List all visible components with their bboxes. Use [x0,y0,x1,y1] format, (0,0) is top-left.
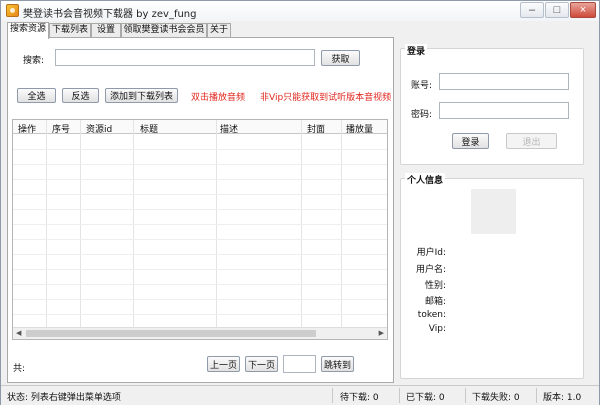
column-divider [341,120,342,339]
status-text: 状态: 列表右键弹出菜单选项 [7,393,121,403]
row-gridline [13,179,387,180]
select-all-button[interactable]: 全选 [17,88,56,103]
tab-download-list[interactable]: 下载列表 [49,23,91,38]
row-gridline [13,254,387,255]
pending-count: 待下载: 0 [340,393,379,403]
search-input[interactable] [55,49,315,66]
column-header-play-count[interactable]: 播放量 [346,122,373,135]
tab-search-resources[interactable]: 搜索资源 [7,22,49,39]
login-group-title: 登录 [405,44,428,57]
app-window: 樊登读书会音视频下载器 by zev_fung – □ × 搜索资源 下载列表 … [0,0,600,405]
username-label: 用户名: [415,265,446,275]
fetch-button[interactable]: 获取 [321,50,360,66]
window-title: 樊登读书会音视频下载器 by zev_fung [23,9,197,20]
row-gridline [13,224,387,225]
column-header-title[interactable]: 标题 [140,122,158,135]
title-bar[interactable]: 樊登读书会音视频下载器 by zev_fung – □ × [1,1,599,21]
minimize-button[interactable]: – [520,2,544,18]
scrollbar-thumb[interactable] [26,330,316,337]
vip-hint: 非Vip只能获取到试听版本音视频 [260,93,392,103]
row-gridline [13,149,387,150]
email-label: 邮箱: [424,297,446,307]
total-count-label: 共: [13,364,26,374]
avatar [471,189,516,234]
login-button[interactable]: 登录 [452,133,489,149]
double-click-hint: 双击播放音频 [191,93,246,103]
add-to-download-button[interactable]: 添加到下载列表 [105,88,178,103]
search-label: 搜索: [23,56,45,66]
row-gridline [13,239,387,240]
user-id-label: 用户Id: [416,248,446,258]
logout-button[interactable]: 退出 [506,133,557,149]
column-divider [301,120,302,339]
tab-settings[interactable]: 设置 [91,23,121,38]
row-gridline [13,269,387,270]
gender-label: 性别: [424,281,446,291]
account-input[interactable] [439,73,569,90]
invert-select-button[interactable]: 反选 [62,88,99,103]
status-divider [536,388,537,403]
scroll-left-arrow-icon[interactable]: ◀ [16,329,21,337]
account-label: 账号: [411,81,433,91]
column-header-resource-id[interactable]: 资源id [86,122,112,135]
horizontal-scrollbar[interactable]: ◀ ▶ [13,327,387,339]
scroll-right-arrow-icon[interactable]: ▶ [379,329,384,337]
password-input[interactable] [439,102,569,119]
column-header-description[interactable]: 描述 [220,122,238,135]
tab-about[interactable]: 关于 [207,23,231,38]
tab-claim-membership[interactable]: 领取樊登读书会会员 [121,23,207,38]
row-gridline [13,164,387,165]
column-header-cover[interactable]: 封面 [307,122,325,135]
resource-table[interactable]: 操作 序号 资源id 标题 描述 封面 播放量 ◀ ▶ [12,119,388,340]
column-divider [46,120,47,339]
row-gridline [13,194,387,195]
row-gridline [13,284,387,285]
column-header-index[interactable]: 序号 [52,122,70,135]
failed-count: 下载失败: 0 [472,393,520,403]
page-number-input[interactable] [283,355,316,373]
next-page-button[interactable]: 下一页 [245,356,278,372]
row-gridline [13,314,387,315]
status-divider [465,388,466,403]
profile-group-title: 个人信息 [405,173,446,186]
table-header: 操作 序号 资源id 标题 描述 封面 播放量 [13,120,387,135]
status-divider [332,388,333,403]
row-gridline [13,209,387,210]
vip-label: Vip: [428,324,446,334]
version-text: 版本: 1.0 [543,393,582,403]
close-button[interactable]: × [570,2,596,18]
downloaded-count: 已下载: 0 [406,393,445,403]
column-divider [216,120,217,339]
jump-to-page-button[interactable]: 跳转到 [321,356,354,372]
app-icon [6,4,19,17]
maximize-button[interactable]: □ [545,2,569,18]
row-gridline [13,299,387,300]
column-divider [80,120,81,339]
prev-page-button[interactable]: 上一页 [207,356,240,372]
token-label: token: [417,310,446,320]
password-label: 密码: [411,110,433,120]
status-bar: 状态: 列表右键弹出菜单选项 待下载: 0 已下载: 0 下载失败: 0 版本:… [1,385,599,405]
column-header-action[interactable]: 操作 [18,122,36,135]
status-divider [399,388,400,403]
column-divider [133,120,134,339]
